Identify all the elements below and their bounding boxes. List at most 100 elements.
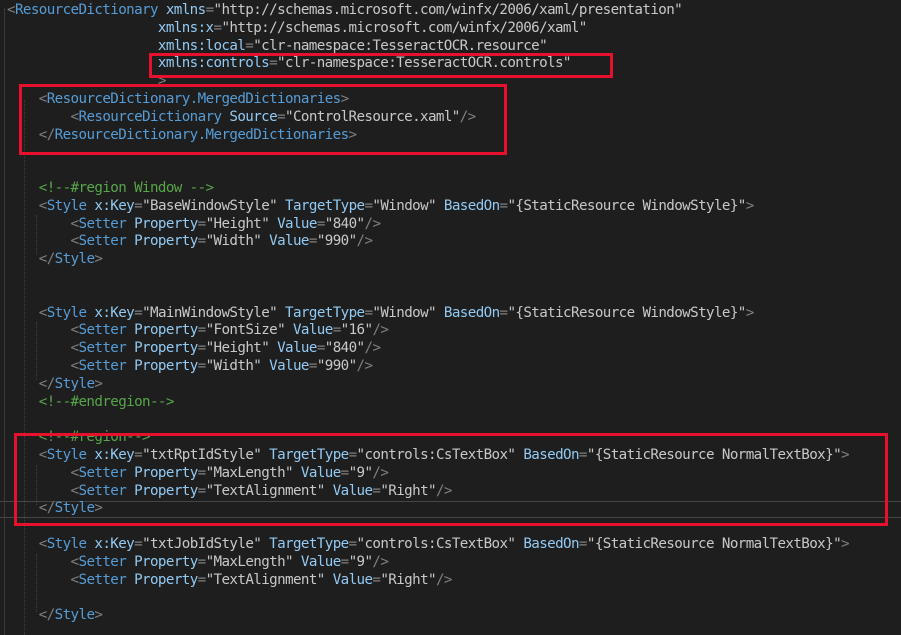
token-value: "Height"	[205, 340, 270, 357]
token-punctuation: <	[70, 108, 80, 125]
token-punctuation: >	[94, 251, 103, 268]
code-line[interactable]: <!--#region-->	[7, 428, 151, 446]
token-attribute: TargetType	[285, 304, 365, 321]
token-attribute: Value	[277, 340, 317, 357]
code-line[interactable]: xmlns:x="http://schemas.microsoft.com/wi…	[7, 19, 587, 37]
code-line[interactable]: <Setter Property="Height" Value="840"/>	[7, 339, 381, 357]
code-line[interactable]: <Style x:Key="txtJobIdStyle" TargetType=…	[7, 535, 850, 553]
token-attribute: x:Key	[94, 447, 135, 463]
code-line[interactable]: xmlns:local="clr-namespace:TesseractOCR.…	[7, 37, 548, 55]
token-punctuation: =	[308, 358, 318, 374]
token-value: "840"	[324, 340, 365, 357]
token-whitespace	[126, 465, 134, 481]
code-line[interactable]: </Style>	[7, 375, 103, 393]
token-attribute: Value	[269, 358, 309, 374]
token-punctuation: />	[364, 340, 381, 357]
token-whitespace	[7, 554, 71, 570]
token-attribute: Source	[229, 108, 278, 125]
code-line[interactable]: <Setter Property="TextAlignment" Value="…	[7, 571, 453, 589]
code-line[interactable]: xmlns:controls="clr-namespace:TesseractO…	[7, 54, 572, 72]
token-value: "9"	[348, 464, 373, 481]
token-whitespace	[7, 91, 39, 107]
token-whitespace	[126, 216, 134, 232]
token-attribute: xmlns:local	[157, 37, 246, 54]
code-line[interactable]: <Style x:Key="txtRptIdStyle" TargetType=…	[7, 446, 850, 464]
token-punctuation: =	[348, 536, 358, 552]
code-line[interactable]: <!--#region Window -->	[7, 179, 214, 197]
code-line[interactable]: </Style>	[7, 499, 103, 517]
token-whitespace	[7, 198, 39, 214]
code-line[interactable]: <Style x:Key="MainWindowStyle" TargetTyp…	[7, 304, 754, 322]
token-punctuation: <	[70, 358, 80, 374]
token-punctuation: =	[197, 340, 207, 357]
token-whitespace	[126, 340, 134, 356]
code-line[interactable]: <Setter Property="MaxLength" Value="9"/>	[7, 464, 389, 482]
token-value: "Height"	[205, 215, 270, 232]
token-value: "clr-namespace:TesseractOCR.resource"	[253, 37, 548, 54]
token-value: "MainWindowStyle"	[142, 304, 278, 321]
token-punctuation: <	[38, 197, 48, 214]
token-attribute: x:Key	[94, 197, 135, 214]
token-whitespace	[436, 198, 444, 214]
code-line[interactable]: <!--#endregion-->	[7, 393, 175, 411]
token-punctuation: =	[197, 322, 207, 339]
code-line[interactable]: <Setter Property="Height" Value="840"/>	[7, 215, 381, 233]
code-line[interactable]: <ResourceDictionary.MergedDictionaries>	[7, 90, 349, 108]
token-element: Style	[46, 536, 87, 552]
token-value: "990"	[316, 358, 357, 374]
token-value: "Right"	[380, 482, 436, 499]
token-punctuation: <	[70, 340, 80, 357]
code-line[interactable]: <Style x:Key="BaseWindowStyle" TargetTyp…	[7, 197, 754, 215]
token-punctuation: <	[38, 536, 48, 552]
token-whitespace	[7, 358, 71, 374]
token-punctuation: />	[356, 358, 373, 374]
code-line[interactable]: </ResourceDictionary.MergedDictionaries>	[7, 126, 357, 144]
token-value: "clr-namespace:TesseractOCR.controls"	[277, 55, 571, 72]
code-line[interactable]: >	[7, 72, 167, 90]
token-punctuation: />	[372, 553, 389, 570]
current-line-indicator	[0, 501, 901, 518]
token-value: "TextAlignment"	[205, 482, 326, 499]
code-line[interactable]: <Setter Property="Width" Value="990"/>	[7, 357, 373, 375]
token-value: "Width"	[205, 358, 262, 374]
code-line[interactable]: <ResourceDictionary xmlns="http://schema…	[7, 1, 683, 19]
fold-guide-line	[4, 8, 5, 635]
token-attribute: Property	[134, 464, 198, 481]
token-value: "Width"	[205, 233, 262, 250]
token-punctuation: =	[277, 108, 286, 125]
token-whitespace	[126, 358, 134, 374]
token-attribute: xmlns	[165, 2, 206, 18]
code-line[interactable]: <Setter Property="Width" Value="990"/>	[7, 232, 373, 250]
token-comment: <!--#region-->	[38, 429, 151, 446]
token-element: Setter	[78, 322, 127, 339]
token-value: "http://schemas.microsoft.com/winfx/2006…	[213, 2, 683, 18]
code-line[interactable]: <Setter Property="FontSize" Value="16"/>	[7, 321, 389, 339]
code-editor[interactable]: <ResourceDictionary xmlns="http://schema…	[0, 0, 901, 635]
code-line[interactable]: <Setter Property="TextAlignment" Value="…	[7, 482, 453, 500]
code-line[interactable]: </Style>	[7, 606, 103, 624]
token-value: "BaseWindowStyle"	[142, 197, 278, 214]
code-line[interactable]: <Setter Property="MaxLength" Value="9"/>	[7, 553, 389, 571]
token-attribute: Value	[332, 571, 373, 588]
token-whitespace	[261, 447, 269, 463]
token-punctuation: <	[38, 447, 48, 463]
token-whitespace	[7, 322, 71, 338]
token-punctuation: />	[372, 464, 389, 481]
token-punctuation: =	[269, 55, 278, 72]
token-whitespace	[7, 429, 39, 445]
token-punctuation: <	[70, 322, 80, 339]
token-attribute: Property	[134, 571, 198, 588]
token-punctuation: <	[70, 464, 80, 481]
code-line[interactable]: <ResourceDictionary Source="ControlResou…	[7, 108, 477, 126]
token-value: "http://schemas.microsoft.com/winfx/2006…	[221, 19, 587, 36]
token-comment: <!--#region Window -->	[38, 180, 214, 196]
token-attribute: Value	[300, 464, 341, 481]
token-punctuation: <	[70, 571, 80, 588]
token-punctuation: <	[70, 215, 80, 232]
token-punctuation: <	[38, 304, 48, 321]
token-attribute: TargetType	[269, 536, 349, 552]
token-punctuation: </	[38, 251, 55, 268]
code-line[interactable]: </Style>	[7, 250, 103, 268]
token-punctuation: =	[205, 2, 215, 18]
token-whitespace	[261, 358, 269, 374]
